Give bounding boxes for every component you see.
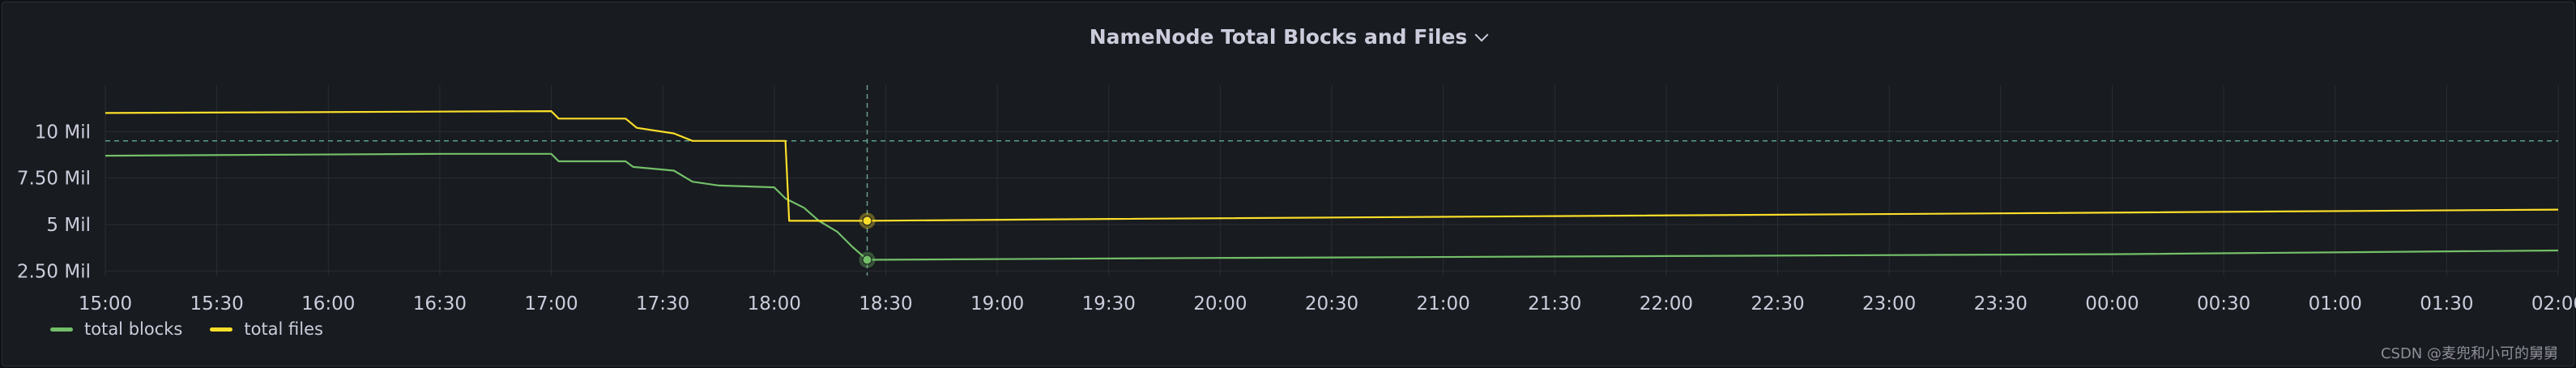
- x-tick-label: 23:30: [1974, 293, 2028, 315]
- legend: total blocks total files: [50, 319, 323, 339]
- y-tick-label: 10 Mil: [35, 122, 91, 143]
- x-tick-label: 21:00: [1416, 293, 1469, 315]
- line-chart[interactable]: 15:00 15:30 16:00 16:30 17:00 17:30 18:00 18:30…: [0, 0, 2576, 368]
- x-tick-label: 00:30: [2197, 293, 2250, 315]
- x-tick-label: 20:00: [1193, 293, 1247, 315]
- x-tick-label: 19:30: [1082, 293, 1136, 315]
- legend-item-total-files[interactable]: total files: [210, 319, 323, 339]
- hover-marker: [862, 216, 872, 226]
- x-tick-label: 16:30: [413, 293, 467, 315]
- x-tick-label: 02:00: [2531, 293, 2576, 315]
- x-tick-label: 15:00: [79, 293, 132, 315]
- x-tick-label: 16:00: [301, 293, 355, 315]
- legend-label[interactable]: total blocks: [84, 319, 182, 339]
- y-tick-label: 5 Mil: [46, 215, 91, 236]
- hover-marker: [862, 255, 872, 265]
- x-tick-label: 22:30: [1751, 293, 1804, 315]
- x-tick-label: 22:00: [1640, 293, 1693, 315]
- x-tick-label: 23:00: [1862, 293, 1916, 315]
- x-tick-label: 21:30: [1528, 293, 1581, 315]
- x-tick-label: 17:00: [524, 293, 578, 315]
- x-tick-label: 17:30: [636, 293, 689, 315]
- legend-label[interactable]: total files: [244, 319, 323, 339]
- x-tick-label: 18:00: [748, 293, 801, 315]
- x-tick-label: 19:00: [970, 293, 1024, 315]
- legend-swatch: [50, 327, 73, 332]
- x-tick-label: 18:30: [859, 293, 912, 315]
- x-tick-label: 01:00: [2309, 293, 2362, 315]
- legend-item-total-blocks[interactable]: total blocks: [50, 319, 182, 339]
- x-tick-label: 00:00: [2085, 293, 2139, 315]
- x-tick-label: 15:30: [190, 293, 243, 315]
- legend-swatch: [210, 327, 233, 332]
- y-tick-label: 2.50 Mil: [17, 261, 91, 282]
- watermark: CSDN @麦兜和小可的舅舅: [2380, 345, 2558, 362]
- y-tick-label: 7.50 Mil: [17, 169, 91, 190]
- x-tick-label: 20:30: [1305, 293, 1358, 315]
- x-tick-label: 01:30: [2420, 293, 2473, 315]
